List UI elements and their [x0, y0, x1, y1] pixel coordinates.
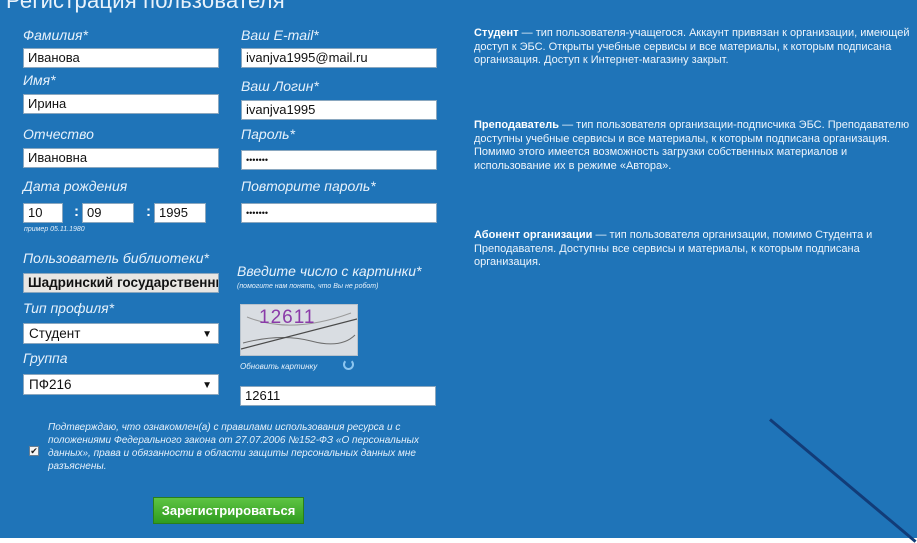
surname-label: Фамилия* [23, 27, 88, 43]
captcha-text: 12611 [259, 307, 316, 328]
text-student: — тип пользователя-учащегося. Аккаунт пр… [474, 27, 910, 66]
patronymic-field[interactable]: Ивановна [23, 148, 219, 168]
name-label: Имя* [23, 72, 56, 88]
term-teacher: Преподаватель [474, 119, 560, 131]
password-repeat-label: Повторите пароль* [241, 178, 376, 194]
name-field[interactable]: Ирина [23, 94, 219, 114]
page-title: Регистрация пользователя [6, 0, 285, 13]
birthdate-example: пример 05.11.1980 [24, 226, 85, 233]
library-user-field[interactable]: Шадринский государственный [23, 273, 219, 293]
registration-panel: Регистрация пользователя Фамилия* Иванов… [0, 0, 917, 538]
profile-type-select[interactable]: Студент ▼ [23, 323, 219, 344]
patronymic-label: Отчество [23, 126, 94, 142]
refresh-captcha-link[interactable]: Обновить картинку [240, 362, 317, 371]
description-teacher: Преподаватель — тип пользователя организ… [474, 119, 914, 173]
refresh-icon[interactable] [343, 359, 354, 370]
captcha-label: Введите число с картинки* [237, 263, 422, 279]
captcha-image: 12611 [240, 304, 358, 356]
login-label: Ваш Логин* [241, 78, 319, 94]
birthdate-label: Дата рождения [23, 178, 128, 194]
dropdown-arrow-icon: ▼ [202, 329, 212, 340]
birth-day-field[interactable]: 10 [23, 203, 63, 223]
dropdown-arrow-icon: ▼ [202, 380, 212, 391]
password-repeat-field[interactable]: ••••••• [241, 203, 437, 223]
date-separator: : [74, 203, 79, 220]
term-student: Студент [474, 27, 519, 39]
register-button[interactable]: Зарегистрироваться [153, 497, 304, 524]
profile-type-label: Тип профиля* [23, 300, 115, 316]
description-student: Студент — тип пользователя-учащегося. Ак… [474, 27, 914, 68]
term-subscriber: Абонент организации [474, 229, 593, 241]
birth-month-field[interactable]: 09 [82, 203, 134, 223]
password-label: Пароль* [241, 126, 295, 142]
library-user-label: Пользователь библиотеки* [23, 250, 209, 266]
email-label: Ваш E-mail* [241, 27, 319, 43]
profile-type-value: Студент [29, 326, 81, 341]
password-field[interactable]: ••••••• [241, 150, 437, 170]
description-subscriber: Абонент организации — тип пользователя о… [474, 229, 914, 270]
date-separator: : [146, 203, 151, 220]
agreement-checkbox[interactable]: ✔ [29, 446, 39, 456]
login-field[interactable]: ivanjva1995 [241, 100, 437, 120]
email-field[interactable]: ivanjva1995@mail.ru [241, 48, 437, 68]
captcha-field[interactable]: 12611 [240, 386, 436, 406]
group-label: Группа [23, 350, 68, 366]
surname-field[interactable]: Иванова [23, 48, 219, 68]
agreement-text: Подтверждаю, что ознакомлен(а) с правила… [48, 422, 419, 472]
group-select[interactable]: ПФ216 ▼ [23, 374, 219, 395]
group-value: ПФ216 [29, 377, 72, 392]
captcha-hint: (помогите нам понять, что Вы не робот) [237, 283, 379, 290]
birth-year-field[interactable]: 1995 [154, 203, 206, 223]
